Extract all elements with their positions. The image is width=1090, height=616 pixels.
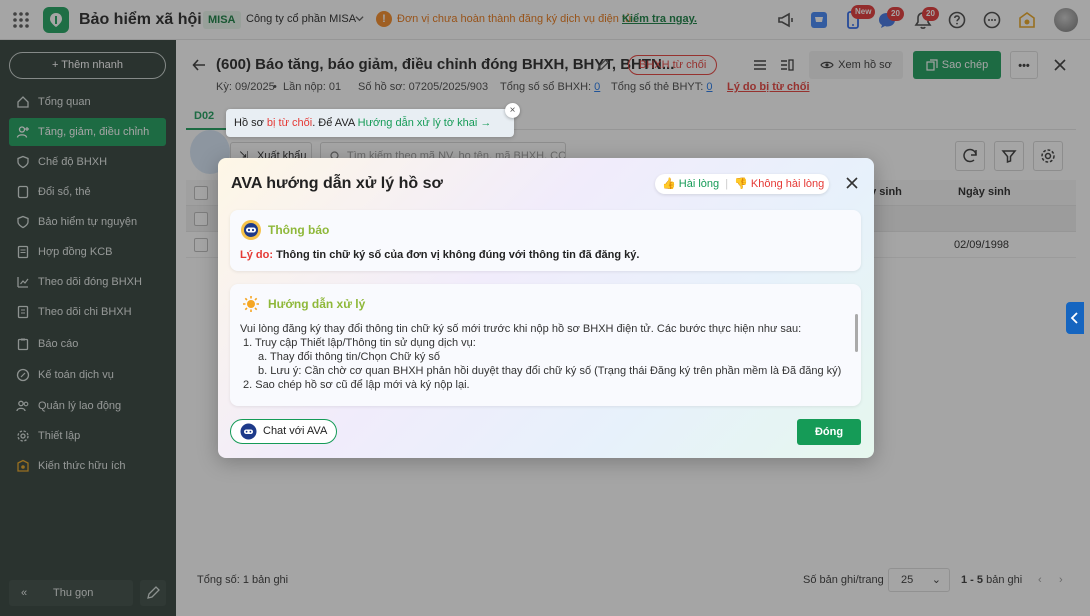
- guide-step-1: 1. Truy cập Thiết lập/Thông tin sử dụng …: [243, 337, 476, 349]
- guide-scrollbar[interactable]: [855, 314, 858, 352]
- notice-card: Thông báo Lý do: Thông tin chữ ký số của…: [230, 210, 861, 271]
- unsatisfied-label: Không hài lòng: [750, 178, 825, 190]
- close-button[interactable]: Đóng: [797, 419, 861, 445]
- ava-guide-modal: AVA hướng dẫn xử lý hồ sơ 👍 Hài lòng | 👎…: [218, 158, 874, 458]
- chat-label: Chat với AVA: [263, 425, 328, 437]
- ava-chat-icon: [240, 423, 257, 440]
- modal-title: AVA hướng dẫn xử lý hồ sơ: [231, 175, 443, 192]
- feedback-group: 👍 Hài lòng | 👎 Không hài lòng: [655, 174, 830, 194]
- tooltip-text: Hồ sơ bị từ chối. Để AVA Hướng dẫn xử lý…: [234, 109, 491, 137]
- tooltip-rejected: bị từ chối: [266, 117, 313, 129]
- unsatisfied-button[interactable]: 👎 Không hài lòng: [734, 178, 824, 190]
- notice-title: Thông báo: [268, 223, 330, 237]
- tooltip-middle: . Để AVA: [312, 117, 355, 129]
- rejection-reason: Lý do: Thông tin chữ ký số của đơn vị kh…: [240, 249, 639, 261]
- modal-close-icon[interactable]: [846, 177, 858, 189]
- guide-step-1a: a. Thay đổi thông tin/Chọn Chữ ký số: [258, 351, 441, 363]
- chat-with-ava-button[interactable]: Chat với AVA: [230, 419, 337, 444]
- arrow-right-icon: →: [480, 117, 492, 129]
- sun-icon: [242, 295, 260, 313]
- guide-card: Hướng dẫn xử lý Vui lòng đăng ký thay đổ…: [230, 284, 861, 406]
- feedback-divider: |: [725, 178, 729, 190]
- satisfied-label: Hài lòng: [678, 178, 720, 190]
- tooltip-prefix: Hồ sơ: [234, 117, 264, 129]
- guide-content: Vui lòng đăng ký thay đổi thông tin chữ …: [240, 322, 841, 392]
- side-panel-toggle[interactable]: [1066, 302, 1084, 334]
- guide-step-1b: b. Lưu ý: Cần chờ cơ quan BHXH phản hồi …: [258, 365, 842, 377]
- thumbs-up-icon: 👍: [662, 178, 676, 190]
- tooltip-close-icon[interactable]: ×: [505, 103, 520, 118]
- tooltip-guide-link[interactable]: Hướng dẫn xử lý tờ khai: [358, 117, 478, 129]
- guide-title: Hướng dẫn xử lý: [268, 297, 366, 311]
- thumbs-down-icon: 👎: [734, 178, 748, 190]
- reason-text: Thông tin chữ ký số của đơn vị không đún…: [276, 249, 640, 261]
- guide-step-2: 2. Sao chép hồ sơ cũ để lập mới và ký nộ…: [243, 379, 470, 391]
- reason-label: Lý do:: [240, 249, 273, 261]
- rejection-tooltip: Hồ sơ bị từ chối. Để AVA Hướng dẫn xử lý…: [226, 103, 520, 137]
- satisfied-button[interactable]: 👍 Hài lòng: [662, 178, 722, 190]
- guide-intro: Vui lòng đăng ký thay đổi thông tin chữ …: [240, 323, 802, 335]
- ava-bot-icon: [240, 219, 262, 241]
